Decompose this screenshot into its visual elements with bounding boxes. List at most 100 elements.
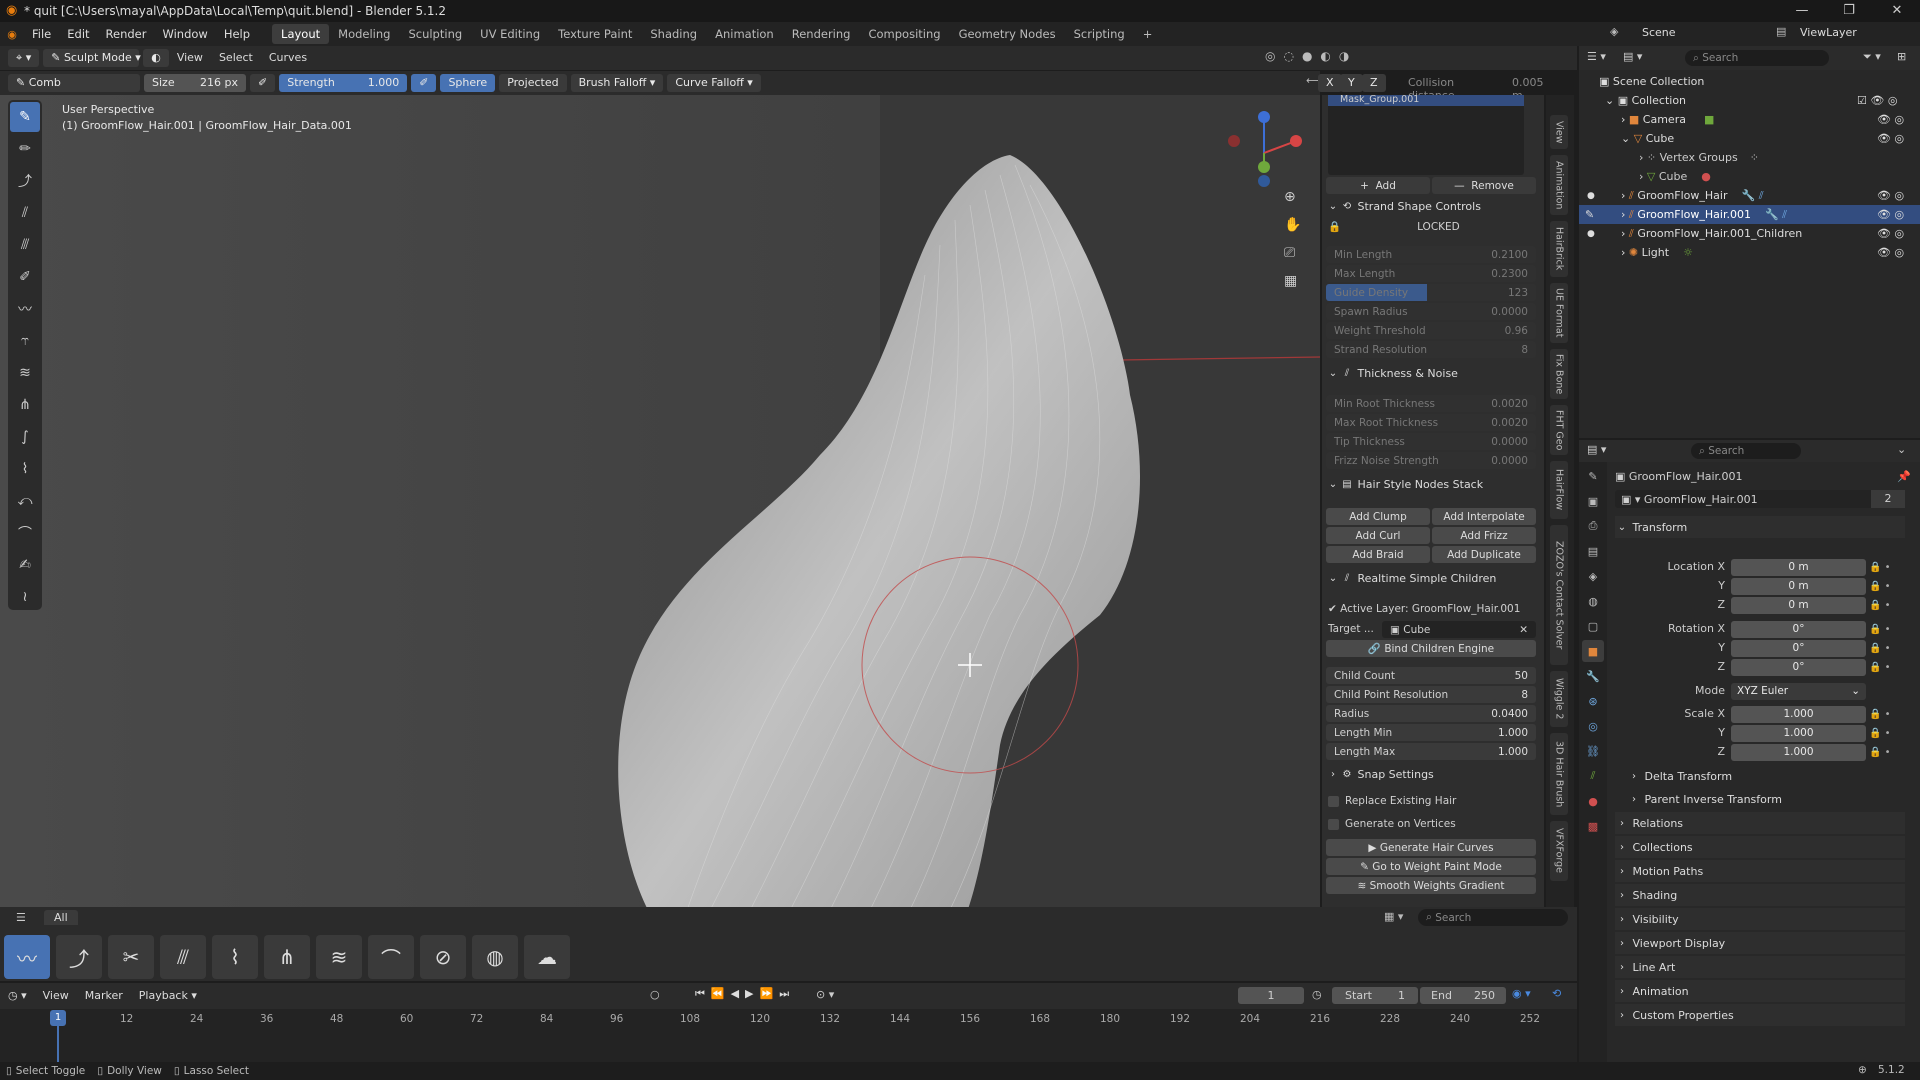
workspace-tab-uv-editing[interactable]: UV Editing [471, 24, 549, 44]
output-tab-icon[interactable]: ⎙ [1582, 515, 1604, 537]
child-count-field[interactable]: Child Count 50 [1326, 667, 1536, 684]
maximize-icon[interactable]: ❐ [1832, 0, 1866, 22]
pan-hand-icon[interactable]: ✋ [1284, 217, 1301, 233]
symmetry-z[interactable]: Z [1362, 74, 1386, 92]
sidebar-tab-ue-format[interactable]: UE Format [1550, 283, 1568, 343]
tool-curl-icon[interactable]: ⤺ [10, 486, 40, 516]
datablock-field[interactable]: ▣ ▾ GroomFlow_Hair.001 2 [1615, 490, 1905, 508]
sidebar-tab-view[interactable]: View [1550, 115, 1568, 149]
add-curl-button[interactable]: Add Curl [1326, 527, 1430, 544]
outliner-row-cube[interactable]: ⌄ ▽ Cube 👁 ◎ [1579, 129, 1920, 148]
tip-thickness-field[interactable]: Tip Thickness 0.0000 [1326, 433, 1536, 450]
relations-section[interactable]: › Relations [1615, 812, 1905, 834]
scale-lock-icons[interactable]: 🔒 • 🔒 • 🔒 • [1869, 705, 1891, 762]
remove-button[interactable]: — Remove [1432, 177, 1536, 194]
shading-mode-icons[interactable]: ◎◌●◐◑ [1265, 49, 1357, 63]
menu-render[interactable]: Render [98, 22, 155, 46]
scene-name[interactable]: Scene [1642, 26, 1676, 39]
ortho-grid-icon[interactable]: ▦ [1284, 273, 1297, 289]
outliner-editor-icon[interactable]: ☰ ▾ [1587, 50, 1606, 63]
symmetry-x[interactable]: X [1318, 74, 1342, 92]
asset-puff-icon[interactable]: ≋ [316, 935, 362, 979]
workspace-tab-texture-paint[interactable]: Texture Paint [549, 24, 641, 44]
hamburger-icon[interactable]: ☰ [16, 911, 26, 924]
weight-paint-button[interactable]: ✎ Go to Weight Paint Mode [1326, 858, 1536, 875]
outliner-row-groomflow-children[interactable]: ● › ⫽ GroomFlow_Hair.001_Children 👁 ◎ [1579, 224, 1920, 243]
replace-hair-checkbox[interactable]: Replace Existing Hair [1328, 795, 1456, 807]
mask-group-list[interactable]: Mask_Group.001 [1328, 95, 1524, 175]
tool-density-icon[interactable]: ⫻ [10, 230, 40, 260]
style-stack-header[interactable]: ⌄ ▤ Hair Style Nodes Stack [1326, 474, 1536, 494]
playhead[interactable]: 1 [50, 1010, 66, 1026]
outliner-row-cube-mesh[interactable]: › ▽ Cube ● [1579, 167, 1920, 186]
rotation-mode-dropdown[interactable]: XYZ Euler ⌄ [1731, 683, 1866, 700]
brush-selector[interactable]: ✎ Comb [8, 74, 140, 92]
filter-icon[interactable]: ⏷ ▾ [1863, 50, 1881, 64]
parent-inverse-section[interactable]: › Parent Inverse Transform [1627, 788, 1905, 810]
workspace-tab-shading[interactable]: Shading [641, 24, 706, 44]
curves-data-tab-icon[interactable]: ⫽ [1582, 765, 1604, 787]
timeline-ruler[interactable]: 12 24 36 48 60 72 84 96 108 120 132 144 156 168 180 192… [0, 983, 1577, 1063]
menu-help[interactable]: Help [216, 22, 258, 46]
chevron-down-icon[interactable]: ⌄ [1897, 443, 1906, 456]
properties-search-input[interactable]: ⌕ Search [1691, 443, 1801, 459]
outliner-row-vertex-groups[interactable]: › ⁘ Vertex Groups ⁘ [1579, 148, 1920, 167]
zoom-icon[interactable]: ⊕ [1284, 189, 1296, 205]
menu-view[interactable]: View [169, 49, 211, 67]
display-mode-icon[interactable]: ▤ ▾ [1623, 50, 1642, 63]
outliner-search-input[interactable]: ⌕ Search [1685, 50, 1829, 66]
tool-extra-icon[interactable]: ≀ [10, 582, 40, 612]
strand-shape-header[interactable]: ⌄ ⟲ Strand Shape Controls [1326, 196, 1536, 216]
length-min-field[interactable]: Length Min 1.000 [1326, 724, 1536, 741]
add-clump-button[interactable]: Add Clump [1326, 508, 1430, 525]
eye-icon[interactable]: 👁 ◎ [1877, 189, 1904, 202]
menu-file[interactable]: File [24, 22, 59, 46]
outliner-row-scene-collection[interactable]: ▣ Scene Collection [1579, 72, 1920, 91]
workspace-tab-geometry-nodes[interactable]: Geometry Nodes [950, 24, 1065, 44]
add-frizz-button[interactable]: Add Frizz [1432, 527, 1536, 544]
location-x-field[interactable]: 0 m [1731, 559, 1866, 576]
scene-icon[interactable]: ◈ [1610, 25, 1634, 43]
tool-draw-icon[interactable]: ✏ [10, 134, 40, 164]
outliner-row-groomflow-hair-001[interactable]: ✎ › ⫽ GroomFlow_Hair.001 🔧 ⫽ 👁 ◎ [1579, 205, 1920, 224]
sidebar-tab-vfxforge[interactable]: VFXForge [1550, 821, 1568, 881]
visibility-section[interactable]: › Visibility [1615, 908, 1905, 930]
smooth-weights-button[interactable]: ≋ Smooth Weights Gradient [1326, 877, 1536, 894]
3d-viewport[interactable]: User Perspective (1) GroomFlow_Hair.001 … [0, 95, 1320, 930]
spawn-radius-field[interactable]: Spawn Radius 0.0000 [1326, 303, 1536, 320]
tool-clump-icon[interactable]: ⌒ [10, 518, 40, 548]
asset-grow-icon[interactable]: ⌇ [212, 935, 258, 979]
scale-y-field[interactable]: 1.000 [1731, 725, 1866, 742]
sidebar-tab-fht-geo[interactable]: FHT Geo [1550, 405, 1568, 455]
blender-menu-icon[interactable]: ◉ [0, 28, 24, 41]
asset-snake-icon[interactable]: ◍ [472, 935, 518, 979]
tool-snake-hook-icon[interactable]: ∫ [10, 422, 40, 452]
workspace-tab-scripting[interactable]: Scripting [1065, 24, 1134, 44]
add-braid-button[interactable]: Add Braid [1326, 546, 1430, 563]
tool-puff-icon[interactable]: ⥾ [10, 326, 40, 356]
texture-tab-icon[interactable]: ▩ [1582, 815, 1604, 837]
strength-field[interactable]: Strength 1.000 [279, 74, 408, 92]
transform-lock-icons[interactable]: 🔒 • 🔒 • 🔒 • [1869, 558, 1891, 615]
asset-comb-icon[interactable]: 〰 [4, 935, 50, 979]
location-y-field[interactable]: 0 m [1731, 578, 1866, 595]
sphere-toggle[interactable]: Sphere [440, 74, 496, 92]
generate-hair-curves-button[interactable]: ▶ Generate Hair Curves [1326, 839, 1536, 856]
modifier-tab-icon[interactable]: 🔧 [1582, 665, 1604, 687]
mode-dropdown[interactable]: ✎ Sculpt Mode ▾ [43, 49, 141, 67]
new-collection-icon[interactable]: ⊞ [1897, 50, 1906, 63]
viewport-display-section[interactable]: › Viewport Display [1615, 932, 1905, 954]
rotation-x-field[interactable]: 0° [1731, 621, 1866, 638]
tool-pinch-icon[interactable]: 〰 [10, 294, 40, 324]
workspace-tab-modeling[interactable]: Modeling [329, 24, 399, 44]
eye-icon[interactable]: 👁 ◎ [1877, 113, 1904, 126]
rotation-y-field[interactable]: 0° [1731, 640, 1866, 657]
rotation-z-field[interactable]: 0° [1731, 659, 1866, 676]
grid-view-icon[interactable]: ▦ ▾ [1384, 910, 1403, 923]
workspace-tab-sculpting[interactable]: Sculpting [399, 24, 471, 44]
child-point-resolution-field[interactable]: Child Point Resolution 8 [1326, 686, 1536, 703]
user-count[interactable]: 2 [1871, 490, 1905, 508]
view-layer-tab-icon[interactable]: ▤ [1582, 540, 1604, 562]
asset-tab-all[interactable]: All [44, 910, 78, 925]
generate-vertices-checkbox[interactable]: Generate on Vertices [1328, 818, 1456, 830]
